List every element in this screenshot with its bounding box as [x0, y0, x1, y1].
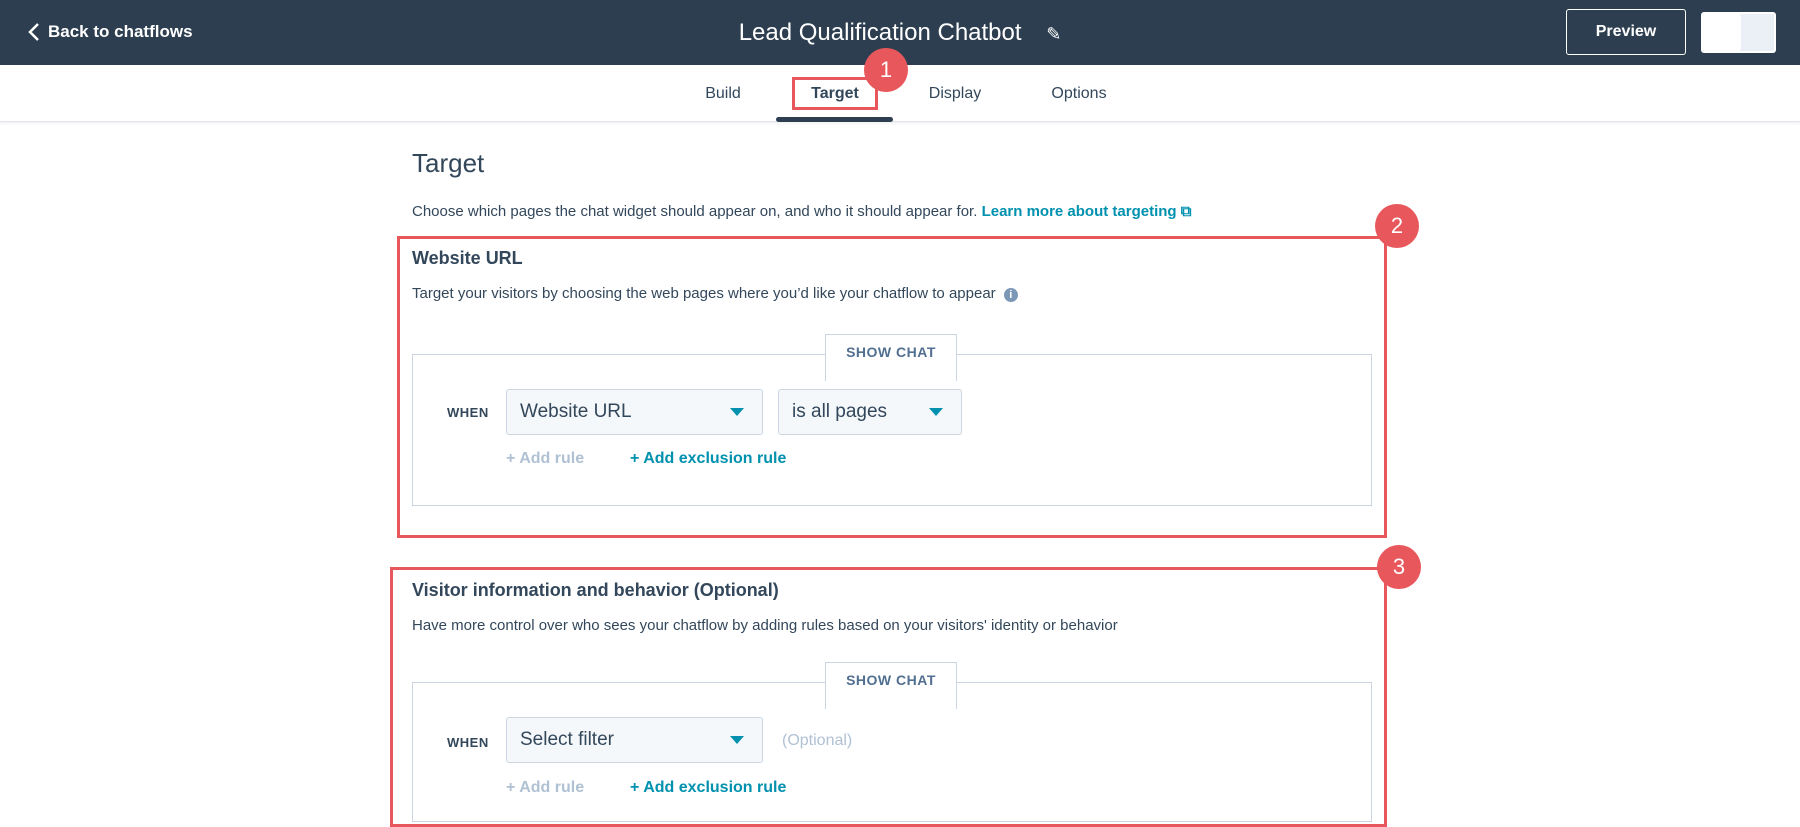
tab-build[interactable]: Build — [705, 85, 741, 103]
annotation-badge-1: 1 — [864, 48, 908, 92]
plus-icon: + — [630, 779, 644, 796]
add-rule-label: Add rule — [519, 450, 585, 467]
add-rule-button[interactable]: + Add rule — [506, 779, 584, 797]
add-rule-button[interactable]: + Add rule — [506, 450, 584, 468]
external-link-icon: ⧉ — [1180, 203, 1192, 220]
plus-icon: + — [506, 450, 520, 467]
caret-down-icon — [929, 408, 943, 416]
page-description: Choose which pages the chat widget shoul… — [412, 203, 1191, 220]
website-url-description: Target your visitors by choosing the web… — [412, 285, 1018, 302]
filter-value: Select filter — [520, 729, 614, 750]
condition-value: is all pages — [792, 401, 888, 422]
add-rule-label: Add rule — [519, 779, 585, 796]
show-chat-label: SHOW CHAT — [825, 662, 957, 709]
when-label: WHEN — [447, 405, 489, 420]
add-exclusion-label: Add exclusion rule — [643, 779, 787, 796]
when-label: WHEN — [447, 735, 489, 750]
show-chat-label: SHOW CHAT — [825, 334, 957, 381]
info-icon[interactable]: i — [1003, 288, 1018, 302]
annotation-badge-2: 2 — [1375, 204, 1419, 248]
visitor-heading: Visitor information and behavior (Option… — [412, 580, 779, 600]
learn-more-link[interactable]: Learn more about targeting — [982, 203, 1177, 220]
chatflow-title: Lead Qualification Chatbot ✎ — [0, 19, 1800, 47]
website-url-description-text: Target your visitors by choosing the web… — [412, 285, 996, 302]
add-exclusion-rule-button[interactable]: + Add exclusion rule — [630, 779, 786, 797]
website-url-filter-dropdown[interactable]: Website URL — [506, 389, 763, 435]
visitor-description: Have more control over who sees your cha… — [412, 617, 1118, 634]
plus-icon: + — [630, 450, 644, 467]
description-text: Choose which pages the chat widget shoul… — [412, 203, 978, 220]
edit-pencil-icon[interactable]: ✎ — [1046, 24, 1061, 45]
caret-down-icon — [730, 736, 744, 744]
add-exclusion-rule-button[interactable]: + Add exclusion rule — [630, 450, 786, 468]
add-exclusion-label: Add exclusion rule — [643, 450, 787, 467]
tab-options[interactable]: Options — [1051, 85, 1106, 103]
active-tab-indicator — [776, 117, 893, 122]
preview-button[interactable]: Preview — [1566, 9, 1686, 55]
caret-down-icon — [730, 408, 744, 416]
visitor-filter-dropdown[interactable]: Select filter — [506, 717, 763, 763]
plus-icon: + — [506, 779, 520, 796]
optional-hint: (Optional) — [782, 732, 853, 749]
tab-display[interactable]: Display — [929, 85, 981, 103]
website-url-heading: Website URL — [412, 248, 523, 268]
condition-dropdown[interactable]: is all pages — [778, 389, 962, 435]
page-title: Target — [412, 148, 485, 178]
annotation-badge-3: 3 — [1377, 545, 1421, 589]
title-text: Lead Qualification Chatbot — [738, 19, 1022, 46]
chatflow-toggle[interactable] — [1701, 12, 1776, 53]
annotation-box-1 — [792, 77, 878, 110]
filter-value: Website URL — [520, 401, 632, 422]
